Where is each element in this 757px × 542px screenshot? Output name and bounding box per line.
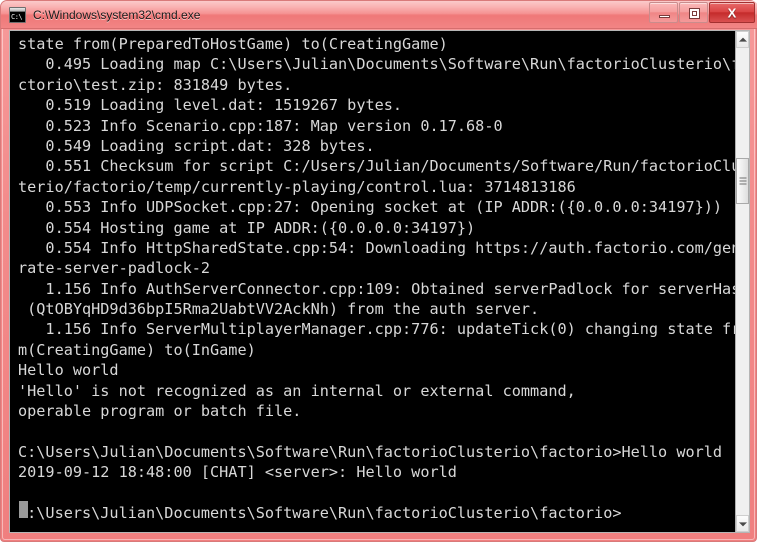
cmd-window: C:\ C:\Windows\system32\cmd.exe X state … [0, 0, 757, 542]
scroll-up-arrow-icon[interactable] [736, 31, 749, 48]
maximize-icon [689, 8, 700, 19]
close-button[interactable]: X [709, 2, 755, 23]
scrollbar-thumb[interactable] [736, 158, 749, 204]
console-line: 0.554 Info HttpSharedState.cpp:54: Downl… [18, 238, 736, 257]
cmd-icon-glyph: C:\ [11, 13, 23, 21]
console-line: 'Hello' is not recognized as an internal… [18, 381, 576, 400]
console-output[interactable]: state from(PreparedToHostGame) to(Creati… [10, 31, 736, 532]
console-line: C:\Users\Julian\Documents\Software\Run\f… [18, 503, 622, 522]
console-line: ctorio\test.zip: 831849 bytes. [18, 75, 293, 94]
maximize-button[interactable] [679, 2, 708, 23]
title-bar[interactable]: C:\ C:\Windows\system32\cmd.exe X [1, 1, 757, 29]
console-line: terio/factorio/temp/currently-playing/co… [18, 177, 576, 196]
console-line: 0.523 Info Scenario.cpp:187: Map version… [18, 116, 503, 135]
scroll-down-triangle-icon [738, 521, 747, 526]
minimize-button[interactable] [649, 2, 678, 23]
console-line: m(CreatingGame) to(InGame) [18, 340, 256, 359]
console-client-area[interactable]: state from(PreparedToHostGame) to(Creati… [9, 30, 750, 533]
minimize-icon [659, 15, 670, 18]
console-line: 0.495 Loading map C:\Users\Julian\Docume… [18, 55, 736, 74]
console-line: 0.549 Loading script.dat: 328 bytes. [18, 136, 375, 155]
scroll-up-triangle-icon [738, 37, 747, 42]
scrollbar-grip-icon [739, 177, 746, 185]
window-title: C:\Windows\system32\cmd.exe [33, 8, 201, 22]
window-controls: X [648, 2, 755, 23]
console-line: 1.156 Info ServerMultiplayerManager.cpp:… [18, 320, 736, 339]
console-line: 2019-09-12 18:48:00 [CHAT] <server>: Hel… [18, 463, 457, 482]
console-line: state from(PreparedToHostGame) to(Creati… [18, 35, 448, 53]
cmd-icon-titlebar [10, 8, 25, 12]
console-line: 0.519 Loading level.dat: 1519267 bytes. [18, 96, 403, 115]
console-line: 1.156 Info AuthServerConnector.cpp:109: … [18, 279, 736, 298]
close-icon: X [727, 5, 737, 20]
console-scrollbar[interactable] [735, 31, 749, 532]
console-line: (QtOBYqHD9d36bpI5Rma2UabtVV2AckNh) from … [18, 300, 540, 319]
console-line: C:\Users\Julian\Documents\Software\Run\f… [18, 442, 723, 461]
console-line: operable program or batch file. [18, 402, 302, 421]
console-line: 0.551 Checksum for script C:/Users/Julia… [18, 157, 736, 176]
console-line: Hello world [18, 361, 119, 380]
console-line: 0.554 Hosting game at IP ADDR:({0.0.0.0:… [18, 218, 476, 237]
scroll-down-arrow-icon[interactable] [736, 515, 749, 532]
title-bar-divider [1, 28, 757, 29]
console-line: rate-server-padlock-2 [18, 259, 211, 278]
console-line: 0.553 Info UDPSocket.cpp:27: Opening soc… [18, 198, 723, 217]
cmd-app-icon[interactable]: C:\ [9, 7, 26, 23]
console-cursor [19, 501, 28, 518]
